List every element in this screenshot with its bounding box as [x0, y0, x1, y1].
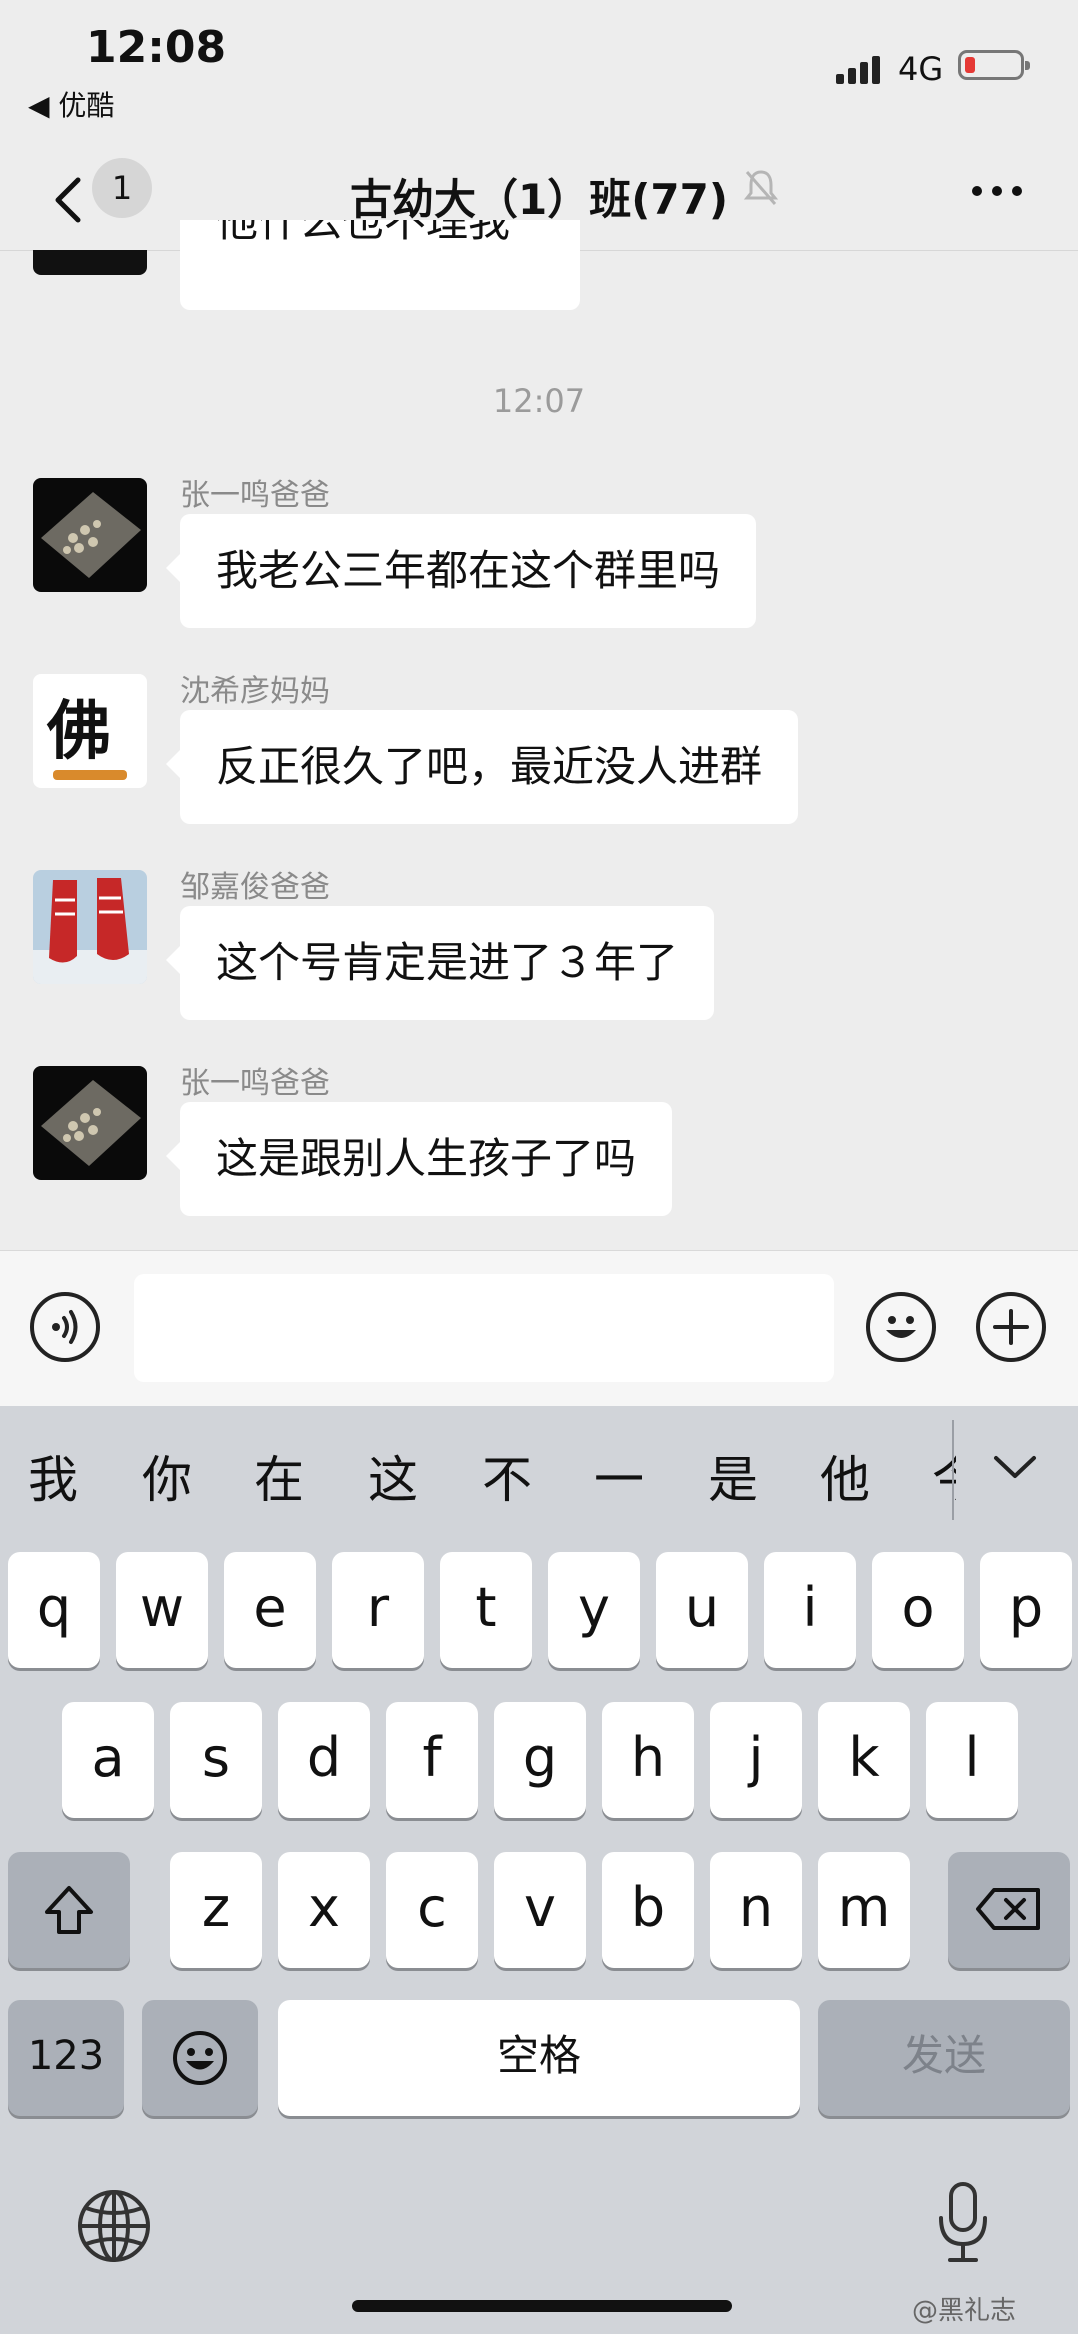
- sender-name: 沈希彦妈妈: [180, 674, 330, 709]
- key-l[interactable]: l: [926, 1702, 1018, 1818]
- key-p[interactable]: p: [980, 1552, 1072, 1668]
- message-text: 他什么也不理我: [216, 220, 511, 246]
- key-m[interactable]: m: [818, 1852, 910, 1968]
- key-e[interactable]: e: [224, 1552, 316, 1668]
- candidate-word[interactable]: 这: [368, 1440, 418, 1512]
- key-n[interactable]: n: [710, 1852, 802, 1968]
- mute-bell-icon: [743, 170, 779, 205]
- message-bubble[interactable]: 这是跟别人生孩子了吗: [165, 1102, 673, 1216]
- key-q[interactable]: q: [8, 1552, 100, 1668]
- key-b[interactable]: b: [602, 1852, 694, 1968]
- send-key[interactable]: 发送: [818, 2000, 1070, 2116]
- shift-arrow-icon: [45, 1886, 93, 1934]
- key-k[interactable]: k: [818, 1702, 910, 1818]
- candidate-word[interactable]: 他: [820, 1440, 870, 1512]
- key-o[interactable]: o: [872, 1552, 964, 1668]
- sender-name: 张一鸣爸爸: [180, 478, 330, 513]
- message-bubble[interactable]: 反正很久了吧，最近没人进群: [165, 710, 799, 824]
- add-plus-icon[interactable]: [976, 1292, 1046, 1362]
- message-bubble[interactable]: 我老公三年都在这个群里吗: [165, 514, 757, 628]
- message-bubble[interactable]: 他什么也不理我: [180, 220, 580, 310]
- key-z[interactable]: z: [170, 1852, 262, 1968]
- voice-input-icon[interactable]: [30, 1292, 100, 1362]
- key-j[interactable]: j: [710, 1702, 802, 1818]
- chat-title: 古幼大（1）班(77): [349, 175, 729, 224]
- key-x[interactable]: x: [278, 1852, 370, 1968]
- sender-name: 邹嘉俊爸爸: [180, 870, 330, 905]
- key-v[interactable]: v: [494, 1852, 586, 1968]
- key-i[interactable]: i: [764, 1552, 856, 1668]
- key-c[interactable]: c: [386, 1852, 478, 1968]
- candidate-word[interactable]: 在: [254, 1440, 304, 1512]
- microphone-icon[interactable]: [936, 2180, 990, 2266]
- emoji-icon[interactable]: [866, 1292, 936, 1362]
- candidate-word[interactable]: 是: [708, 1440, 758, 1512]
- candidate-divider: [952, 1420, 954, 1520]
- key-t[interactable]: t: [440, 1552, 532, 1668]
- key-w[interactable]: w: [116, 1552, 208, 1668]
- shift-key[interactable]: [8, 1852, 130, 1968]
- key-s[interactable]: s: [170, 1702, 262, 1818]
- message-text: 我老公三年都在这个群里吗: [216, 546, 721, 595]
- timestamp: 12:07: [492, 382, 586, 420]
- candidate-word[interactable]: 不: [482, 1440, 532, 1512]
- key-g[interactable]: g: [494, 1702, 586, 1818]
- message-text: 这是跟别人生孩子了吗: [216, 1134, 637, 1183]
- backspace-icon: [976, 1888, 1040, 1930]
- message-bubble[interactable]: 这个号肯定是进了３年了: [165, 906, 715, 1020]
- avatar[interactable]: [33, 250, 147, 275]
- network-type: 4G: [898, 50, 944, 88]
- candidate-word[interactable]: 你: [142, 1440, 192, 1512]
- key-a[interactable]: a: [62, 1702, 154, 1818]
- numbers-key[interactable]: 123: [8, 2000, 124, 2116]
- backspace-key[interactable]: [948, 1852, 1070, 1968]
- key-y[interactable]: y: [548, 1552, 640, 1668]
- emoji-key[interactable]: [142, 2000, 258, 2116]
- more-options-icon[interactable]: [970, 184, 1024, 198]
- avatar-calligraphy: 佛: [47, 694, 111, 769]
- back-to-app-link[interactable]: ◀ 优酷: [28, 84, 114, 124]
- emoji-icon: [173, 2031, 227, 2085]
- home-indicator: [352, 2300, 732, 2312]
- message-input[interactable]: [134, 1274, 834, 1382]
- space-key[interactable]: 空格: [278, 2000, 800, 2116]
- key-d[interactable]: d: [278, 1702, 370, 1818]
- key-h[interactable]: h: [602, 1702, 694, 1818]
- message-text: 这个号肯定是进了３年了: [216, 938, 679, 987]
- avatar[interactable]: 佛: [33, 674, 147, 788]
- collapse-chevron-icon[interactable]: [990, 1452, 1040, 1482]
- key-r[interactable]: r: [332, 1552, 424, 1668]
- battery-icon: [958, 50, 1030, 80]
- watermark: @黑礼志: [912, 2296, 1017, 2326]
- candidate-word[interactable]: 我: [28, 1440, 78, 1512]
- key-u[interactable]: u: [656, 1552, 748, 1668]
- signal-icon: [836, 56, 880, 84]
- status-time: 12:08: [86, 22, 227, 73]
- sender-name: 张一鸣爸爸: [180, 1066, 330, 1101]
- avatar[interactable]: [33, 478, 147, 592]
- status-bar: 12:08 ◀ 优酷 4G: [0, 0, 1078, 150]
- globe-icon[interactable]: [74, 2186, 154, 2266]
- key-f[interactable]: f: [386, 1702, 478, 1818]
- avatar[interactable]: [33, 870, 147, 984]
- avatar[interactable]: [33, 1066, 147, 1180]
- message-text: 反正很久了吧，最近没人进群: [216, 742, 763, 791]
- candidate-word[interactable]: 一: [594, 1440, 644, 1512]
